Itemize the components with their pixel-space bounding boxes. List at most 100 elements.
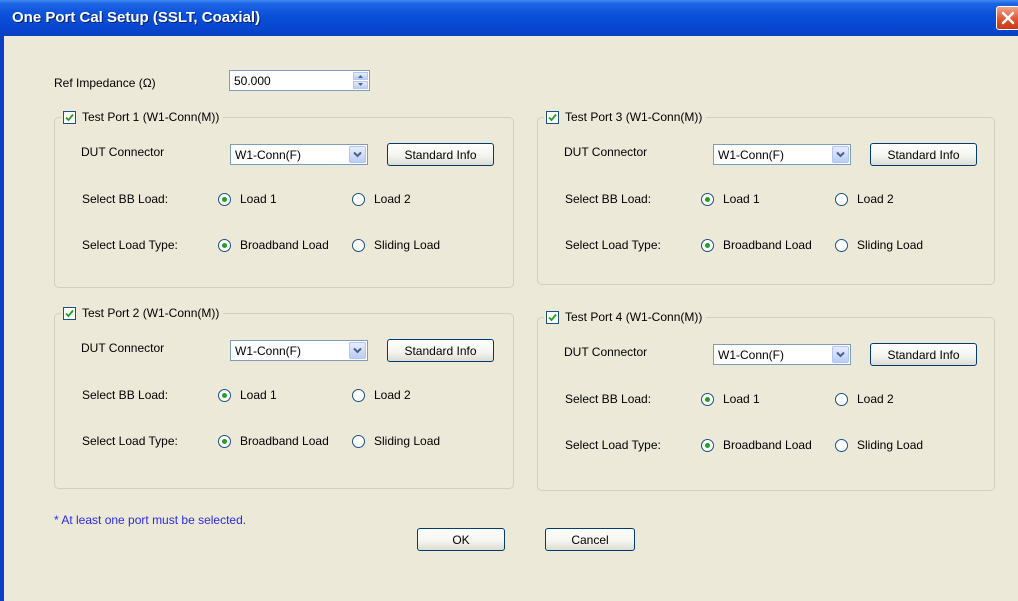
checkmark-icon: [548, 113, 557, 121]
sliding-load-radio[interactable]: [352, 435, 365, 448]
broadband-load-radio[interactable]: [701, 239, 714, 252]
sliding-load-label[interactable]: Sliding Load: [857, 238, 923, 252]
select-bb-load-label: Select BB Load:: [82, 192, 169, 206]
broadband-load-label[interactable]: Broadband Load: [723, 238, 812, 252]
load-2-label[interactable]: Load 2: [374, 192, 411, 206]
dut-connector-value: W1-Conn(F): [235, 344, 302, 358]
spin-up-icon: [358, 75, 363, 78]
broadband-load-label[interactable]: Broadband Load: [240, 238, 329, 252]
load-1-label[interactable]: Load 1: [240, 192, 277, 206]
dut-connector-value: W1-Conn(F): [235, 148, 302, 162]
spin-down-button[interactable]: [353, 81, 368, 89]
dut-connector-value: W1-Conn(F): [718, 348, 785, 362]
load-1-radio[interactable]: [218, 193, 231, 206]
select-load-type-label: Select Load Type:: [82, 238, 178, 252]
test-port-2-group: Test Port 2 (W1-Conn(M)) DUT Connector W1-…: [54, 304, 514, 489]
test-port-3-header[interactable]: Test Port 3 (W1-Conn(M)): [544, 108, 707, 126]
ref-impedance-spinbox[interactable]: 50.000: [229, 70, 370, 91]
load-1-label[interactable]: Load 1: [723, 392, 760, 406]
test-port-3-group: Test Port 3 (W1-Conn(M)) DUT Connector W1-…: [537, 108, 995, 285]
dut-connector-label: DUT Connector: [564, 145, 648, 159]
chevron-down-icon: [836, 151, 845, 158]
standard-info-button[interactable]: Standard Info: [387, 339, 494, 362]
cancel-button[interactable]: Cancel: [545, 528, 635, 551]
dropdown-button[interactable]: [832, 146, 849, 163]
load-2-label[interactable]: Load 2: [857, 192, 894, 206]
checkmark-icon: [65, 309, 74, 317]
dut-connector-label: DUT Connector: [81, 341, 165, 355]
broadband-load-radio[interactable]: [218, 239, 231, 252]
test-port-3-checkbox[interactable]: [546, 110, 559, 124]
broadband-load-radio[interactable]: [218, 435, 231, 448]
load-1-radio[interactable]: [701, 193, 714, 206]
spin-down-icon: [358, 83, 363, 86]
dut-connector-select[interactable]: W1-Conn(F): [713, 344, 851, 365]
load-2-label[interactable]: Load 2: [374, 388, 411, 402]
test-port-2-checkbox[interactable]: [63, 306, 76, 320]
load-1-radio[interactable]: [218, 389, 231, 402]
checkmark-icon: [65, 113, 74, 121]
test-port-3-title: Test Port 3 (W1-Conn(M)): [565, 110, 703, 124]
standard-info-button[interactable]: Standard Info: [870, 343, 977, 366]
dut-connector-select[interactable]: W1-Conn(F): [230, 340, 368, 361]
load-2-radio[interactable]: [835, 393, 848, 406]
dut-connector-value: W1-Conn(F): [718, 148, 785, 162]
dut-connector-label: DUT Connector: [564, 345, 648, 359]
ref-impedance-value: 50.000: [234, 74, 271, 88]
ref-impedance-label: Ref Impedance (Ω): [54, 76, 156, 90]
ok-button[interactable]: OK: [417, 528, 505, 551]
select-bb-load-label: Select BB Load:: [565, 392, 652, 406]
dialog-client-area: Ref Impedance (Ω) 50.000 Test Port 1 (W1…: [4, 36, 1018, 601]
title-bar[interactable]: One Port Cal Setup (SSLT, Coaxial): [0, 0, 1018, 36]
load-2-radio[interactable]: [352, 389, 365, 402]
load-2-label[interactable]: Load 2: [857, 392, 894, 406]
select-load-type-label: Select Load Type:: [565, 438, 661, 452]
chevron-down-icon: [353, 151, 362, 158]
load-1-label[interactable]: Load 1: [723, 192, 760, 206]
standard-info-button[interactable]: Standard Info: [870, 143, 977, 166]
dut-connector-select[interactable]: W1-Conn(F): [230, 144, 368, 165]
dut-connector-label: DUT Connector: [81, 145, 165, 159]
select-load-type-label: Select Load Type:: [565, 238, 661, 252]
broadband-load-radio[interactable]: [701, 439, 714, 452]
load-2-radio[interactable]: [835, 193, 848, 206]
test-port-4-checkbox[interactable]: [546, 310, 559, 324]
dut-connector-select[interactable]: W1-Conn(F): [713, 144, 851, 165]
load-2-radio[interactable]: [352, 193, 365, 206]
checkmark-icon: [548, 313, 557, 321]
sliding-load-label[interactable]: Sliding Load: [857, 438, 923, 452]
sliding-load-radio[interactable]: [352, 239, 365, 252]
sliding-load-label[interactable]: Sliding Load: [374, 434, 440, 448]
test-port-2-header[interactable]: Test Port 2 (W1-Conn(M)): [61, 304, 224, 322]
dialog-window: One Port Cal Setup (SSLT, Coaxial) Ref I…: [0, 0, 1018, 601]
dropdown-button[interactable]: [832, 346, 849, 363]
broadband-load-label[interactable]: Broadband Load: [723, 438, 812, 452]
test-port-1-header[interactable]: Test Port 1 (W1-Conn(M)): [61, 108, 224, 126]
test-port-4-group: Test Port 4 (W1-Conn(M)) DUT Connector W1-…: [537, 308, 995, 491]
load-1-radio[interactable]: [701, 393, 714, 406]
validation-note: * At least one port must be selected.: [54, 513, 247, 527]
sliding-load-radio[interactable]: [835, 439, 848, 452]
close-button[interactable]: [996, 6, 1018, 30]
spin-up-button[interactable]: [353, 72, 368, 80]
spin-buttons: [353, 72, 368, 89]
test-port-2-title: Test Port 2 (W1-Conn(M)): [82, 306, 220, 320]
chevron-down-icon: [353, 347, 362, 354]
sliding-load-radio[interactable]: [835, 239, 848, 252]
test-port-1-title: Test Port 1 (W1-Conn(M)): [82, 110, 220, 124]
load-1-label[interactable]: Load 1: [240, 388, 277, 402]
test-port-4-title: Test Port 4 (W1-Conn(M)): [565, 310, 703, 324]
select-load-type-label: Select Load Type:: [82, 434, 178, 448]
close-icon: [1001, 11, 1015, 25]
standard-info-button[interactable]: Standard Info: [387, 143, 494, 166]
test-port-4-header[interactable]: Test Port 4 (W1-Conn(M)): [544, 308, 707, 326]
test-port-1-checkbox[interactable]: [63, 110, 76, 124]
dropdown-button[interactable]: [349, 342, 366, 359]
sliding-load-label[interactable]: Sliding Load: [374, 238, 440, 252]
dropdown-button[interactable]: [349, 146, 366, 163]
select-bb-load-label: Select BB Load:: [82, 388, 169, 402]
broadband-load-label[interactable]: Broadband Load: [240, 434, 329, 448]
window-title: One Port Cal Setup (SSLT, Coaxial): [12, 9, 261, 26]
select-bb-load-label: Select BB Load:: [565, 192, 652, 206]
test-port-1-group: Test Port 1 (W1-Conn(M)) DUT Connector W1-…: [54, 108, 514, 288]
